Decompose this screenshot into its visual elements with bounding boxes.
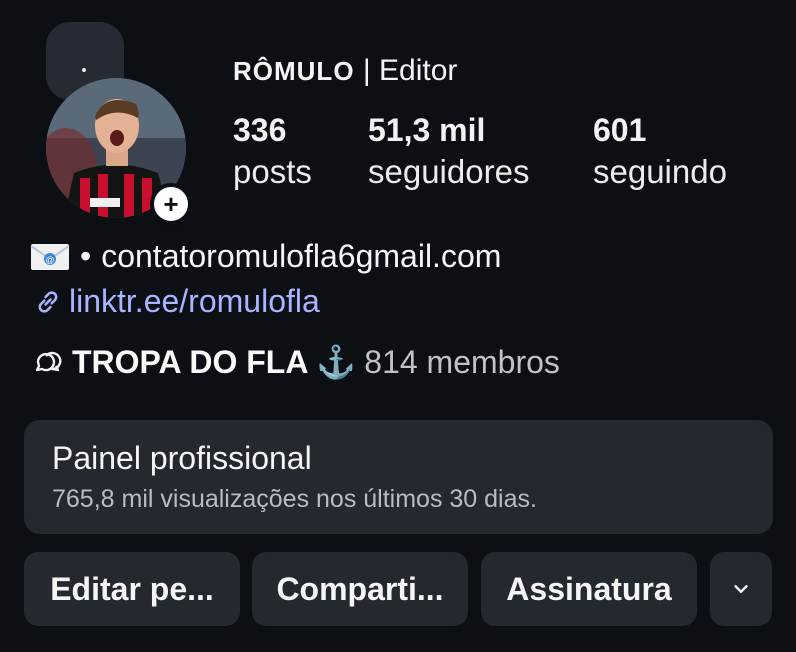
email-bullet: • [80, 238, 92, 274]
bio-link[interactable]: linktr.ee/romulofla [33, 283, 320, 320]
link-text[interactable]: linktr.ee/romulofla [69, 283, 320, 320]
anchor-icon: ⚓ [316, 344, 357, 380]
profile-role: Editor [379, 54, 458, 87]
panel-subtitle: 765,8 mil visualizações nos últimos 30 d… [52, 485, 537, 513]
email-text: contatoromulofla6gmail.com [101, 238, 502, 274]
svg-text:@: @ [45, 255, 54, 265]
link-icon [38, 290, 58, 313]
channel-row[interactable]: TROPA DO FLA ⚓ 814 membros [32, 343, 560, 381]
chat-bubbles-icon [35, 351, 62, 372]
panel-title: Painel profissional [52, 440, 312, 476]
more-options-button[interactable] [710, 552, 772, 626]
profile-name: RÔMULO [233, 56, 355, 86]
stat-label: seguidores [368, 153, 530, 190]
edit-profile-button[interactable]: Editar pe... [24, 552, 240, 626]
channel-member-count: 814 membros [364, 343, 560, 380]
stat-value: 601 [593, 112, 647, 148]
stat-followers[interactable]: 51,3 mil seguidores [368, 112, 529, 191]
profile-title: RÔMULO | Editor [233, 54, 457, 88]
share-profile-button[interactable]: Comparti... [252, 552, 468, 626]
bio-email: @ • contatoromulofla6gmail.com [30, 238, 501, 275]
stat-value: 51,3 mil [368, 112, 486, 148]
stat-label: seguindo [593, 153, 727, 190]
stat-posts[interactable]: 336 posts [233, 112, 312, 191]
subscription-button[interactable]: Assinatura [481, 552, 697, 626]
envelope-icon: @ [30, 243, 70, 270]
channel-name: TROPA DO FLA [72, 343, 309, 380]
add-story-icon[interactable]: + [150, 183, 192, 225]
name-separator: | [354, 54, 380, 87]
stat-label: posts [233, 153, 312, 190]
stat-following[interactable]: 601 seguindo [593, 112, 727, 191]
stat-value: 336 [233, 112, 287, 148]
note-dot [82, 68, 86, 72]
professional-dashboard-card[interactable]: Painel profissional 765,8 mil visualizaç… [24, 420, 773, 534]
chevron-down-icon [734, 585, 748, 593]
